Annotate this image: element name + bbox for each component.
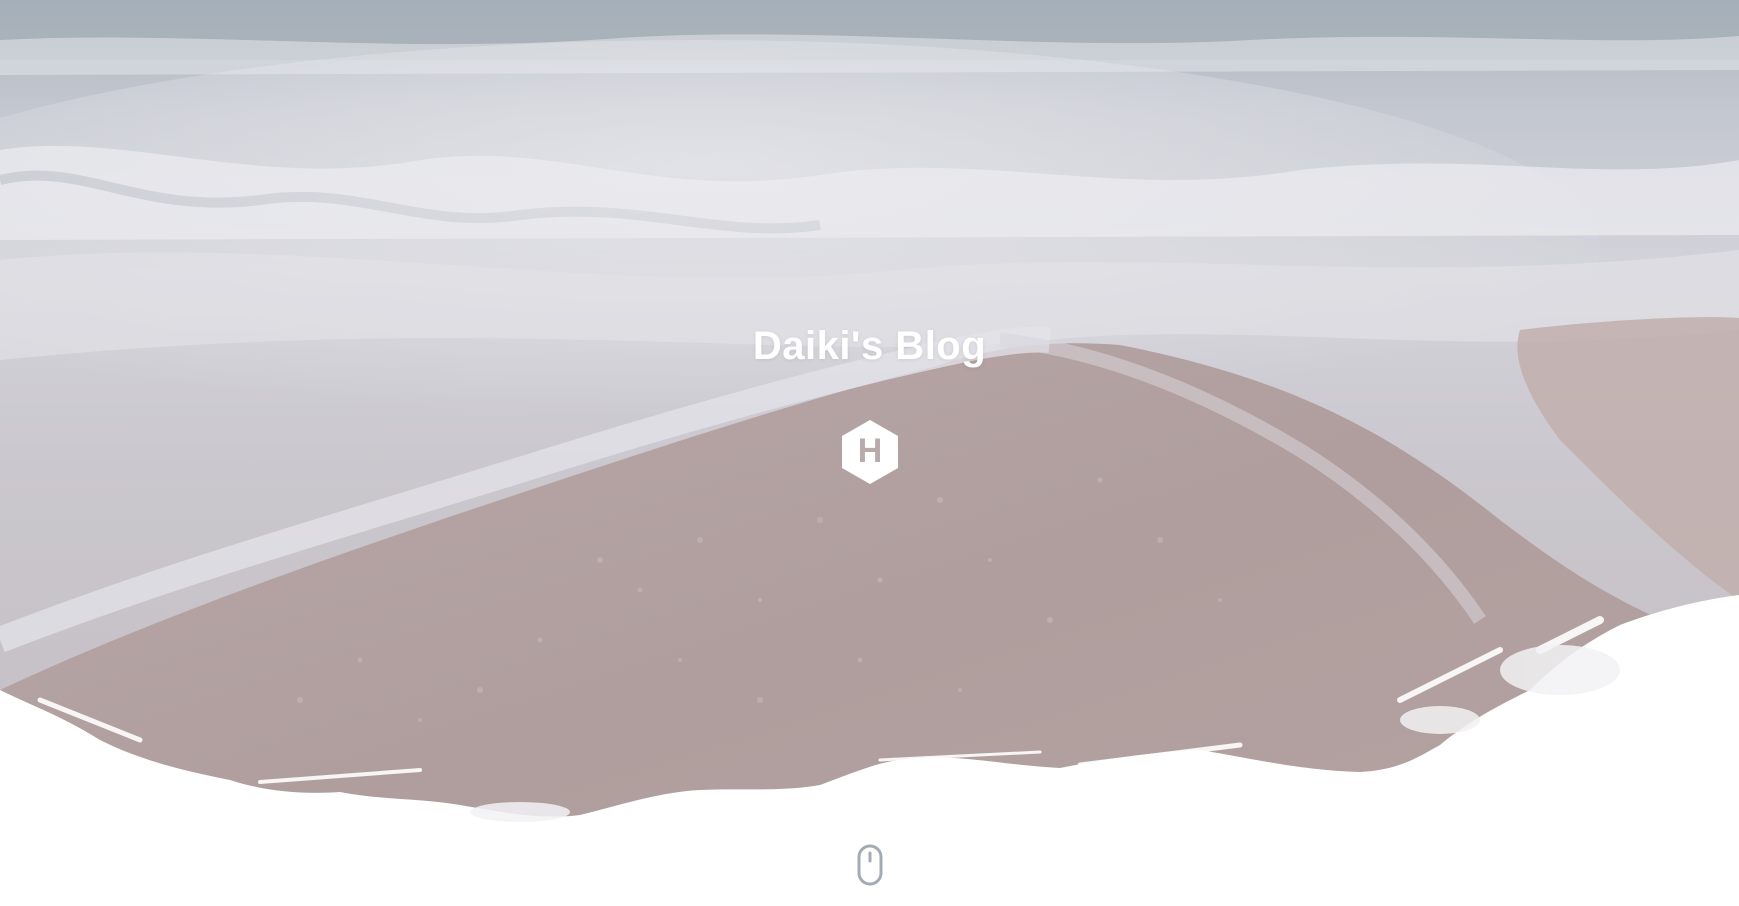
hexo-logo-icon[interactable]: H (840, 418, 900, 486)
logo-letter: H (858, 432, 883, 470)
mouse-scroll-icon[interactable] (857, 844, 883, 886)
hero-header: Daiki's Blog H (0, 0, 1739, 906)
site-title[interactable]: Daiki's Blog (0, 324, 1739, 369)
